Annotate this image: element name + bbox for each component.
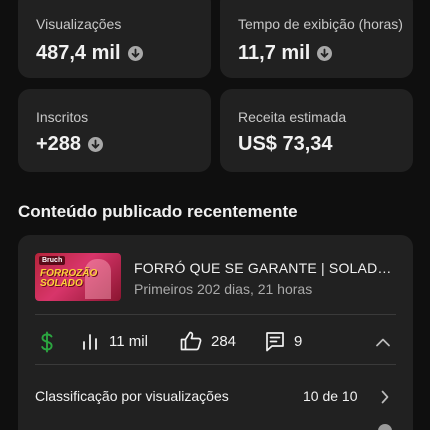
arrow-down-circle-icon	[127, 46, 143, 61]
divider	[35, 364, 396, 365]
bar-chart-icon	[82, 331, 100, 351]
stat-value-text: 487,4 mil	[36, 42, 121, 64]
thumbnail-logo: Bruch	[39, 256, 66, 265]
stat-card-views[interactable]: Visualizações 487,4 mil	[18, 0, 211, 78]
stat-value: 11,7 mil	[238, 42, 333, 65]
video-title[interactable]: FORRÓ QUE SE GARANTE | SOLADO...	[134, 260, 399, 276]
stat-value-text: 11,7 mil	[238, 42, 311, 64]
stat-value: +288	[36, 133, 104, 156]
stat-label: Visualizações	[36, 16, 122, 32]
stat-card-watch-time[interactable]: Tempo de exibição (horas) 11,7 mil	[220, 0, 413, 78]
arrow-down-circle-icon	[317, 46, 333, 61]
video-subtitle: Primeiros 202 dias, 21 horas	[134, 281, 313, 297]
revenue-metric	[38, 331, 56, 353]
chevron-up-icon[interactable]	[375, 335, 391, 353]
thumbnail-text: FORROZÃO SOLADO	[40, 268, 98, 289]
likes-value: 284	[211, 332, 237, 350]
ranking-label[interactable]: Classificação por visualizações	[35, 388, 229, 404]
chevron-right-icon[interactable]	[380, 389, 390, 410]
likes-metric: 284	[180, 331, 236, 351]
stat-card-revenue[interactable]: Receita estimada US$ 73,34	[220, 89, 413, 172]
comment-icon	[265, 331, 285, 352]
views-metric: 11 mil	[82, 331, 148, 351]
thumbs-up-icon	[180, 331, 202, 351]
ranking-value: 10 de 10	[303, 388, 358, 404]
stat-label: Tempo de exibição (horas)	[238, 16, 403, 32]
analytics-screen: Visualizações 487,4 mil Tempo de exibiçã…	[0, 0, 430, 430]
stat-label: Inscritos	[36, 109, 89, 125]
stat-label: Receita estimada	[238, 109, 347, 125]
stat-value: 487,4 mil	[36, 42, 143, 65]
stat-value: US$ 73,34	[238, 133, 333, 156]
stat-value-text: US$ 73,34	[238, 133, 333, 155]
dollar-icon	[38, 331, 56, 353]
views-value: 11 mil	[109, 332, 148, 350]
divider	[35, 314, 396, 315]
stat-card-subscribers[interactable]: Inscritos +288	[18, 89, 211, 172]
section-title: Conteúdo publicado recentemente	[18, 202, 298, 221]
arrow-down-circle-icon	[88, 137, 104, 152]
video-thumbnail[interactable]: Bruch FORROZÃO SOLADO	[35, 253, 121, 301]
stat-value-text: +288	[36, 133, 82, 155]
comments-value: 9	[294, 333, 303, 350]
comments-metric: 9	[265, 331, 302, 352]
